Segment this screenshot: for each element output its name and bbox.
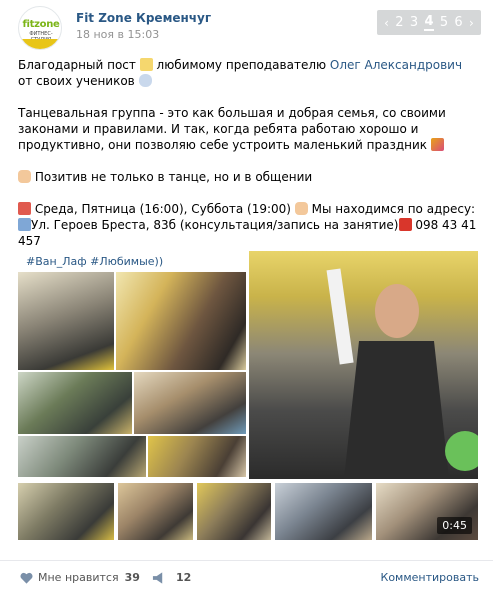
- like-label: Мне нравится: [38, 571, 119, 584]
- photo-6[interactable]: [148, 436, 246, 477]
- photo-4[interactable]: [134, 372, 246, 434]
- pencil-emoji-icon: [139, 58, 153, 71]
- group-avatar[interactable]: fitzone ФИТНЕС-СТУДИЯ: [18, 6, 62, 50]
- pager-page-3[interactable]: 3: [410, 15, 418, 30]
- text-line1-mid: любимому преподавателю: [152, 58, 330, 72]
- photo-8[interactable]: [118, 483, 193, 540]
- comment-button[interactable]: Комментировать: [381, 571, 479, 584]
- pointing-hand-emoji-icon: [18, 170, 31, 183]
- like-count: 39: [124, 571, 140, 584]
- like-button[interactable]: Мне нравится 39: [20, 571, 140, 584]
- party-popper-emoji-icon: [430, 138, 444, 151]
- text-para4-c: Ул. Героев Бреста, 83б (консультация/зап…: [31, 218, 399, 232]
- phone-emoji-icon: [398, 218, 412, 231]
- pager-page-4[interactable]: 4: [424, 14, 434, 31]
- share-button[interactable]: 12: [152, 571, 191, 584]
- text-para4-a: Среда, Пятница (16:00), Суббота (19:00): [31, 202, 295, 216]
- megaphone-icon: [152, 571, 163, 584]
- photo-pager: ‹ 2 3 4 5 6 ›: [377, 10, 481, 35]
- pager-page-2[interactable]: 2: [395, 15, 403, 30]
- text-line1-end: от своих учеников: [18, 74, 139, 88]
- text-para3: Позитив не только в танце, но и в общени…: [31, 170, 313, 184]
- calendar-emoji-icon: [18, 202, 31, 215]
- pager-next-icon[interactable]: ›: [469, 16, 474, 30]
- post-actions: Мне нравится 39 12 Комментировать: [0, 560, 493, 596]
- photo-main[interactable]: [249, 251, 478, 479]
- speech-bubble-emoji-icon: [138, 74, 152, 87]
- photo-10[interactable]: [275, 483, 372, 540]
- pager-page-5[interactable]: 5: [440, 15, 448, 30]
- heart-icon: [20, 572, 33, 584]
- video-duration: 0:45: [437, 517, 472, 534]
- post-text: Благодарный пост любимому преподавателю …: [18, 57, 478, 249]
- photo-2[interactable]: [116, 272, 246, 370]
- photo-3[interactable]: [18, 372, 132, 434]
- photo-5[interactable]: [18, 436, 146, 477]
- hashtags-link[interactable]: #Ван_Лаф #Любимые)): [26, 255, 163, 268]
- text-para2: Танцевальная группа - это как большая и …: [18, 106, 446, 152]
- photo-7[interactable]: [18, 483, 114, 540]
- text-para4-b: Мы находимся по адресу:: [307, 202, 476, 216]
- group-name-link[interactable]: Fit Zone Кременчуг: [76, 11, 211, 25]
- photo-main-figure: [326, 268, 478, 479]
- text-line1-start: Благодарный пост: [18, 58, 140, 72]
- pager-prev-icon[interactable]: ‹: [384, 16, 389, 30]
- avatar-logo-text: fitzone: [22, 19, 60, 30]
- share-count: 12: [176, 571, 192, 584]
- building-emoji-icon: [18, 218, 31, 231]
- photo-9[interactable]: [197, 483, 271, 540]
- mention-link[interactable]: Олег Александрович: [330, 58, 462, 72]
- photo-1[interactable]: [18, 272, 114, 370]
- finger-down-emoji-icon: [294, 202, 308, 215]
- post-date[interactable]: 18 ноя в 15:03: [76, 28, 159, 41]
- video-thumbnail[interactable]: 0:45: [376, 483, 478, 540]
- avatar-logo-band: [19, 39, 61, 49]
- pager-page-6[interactable]: 6: [454, 15, 462, 30]
